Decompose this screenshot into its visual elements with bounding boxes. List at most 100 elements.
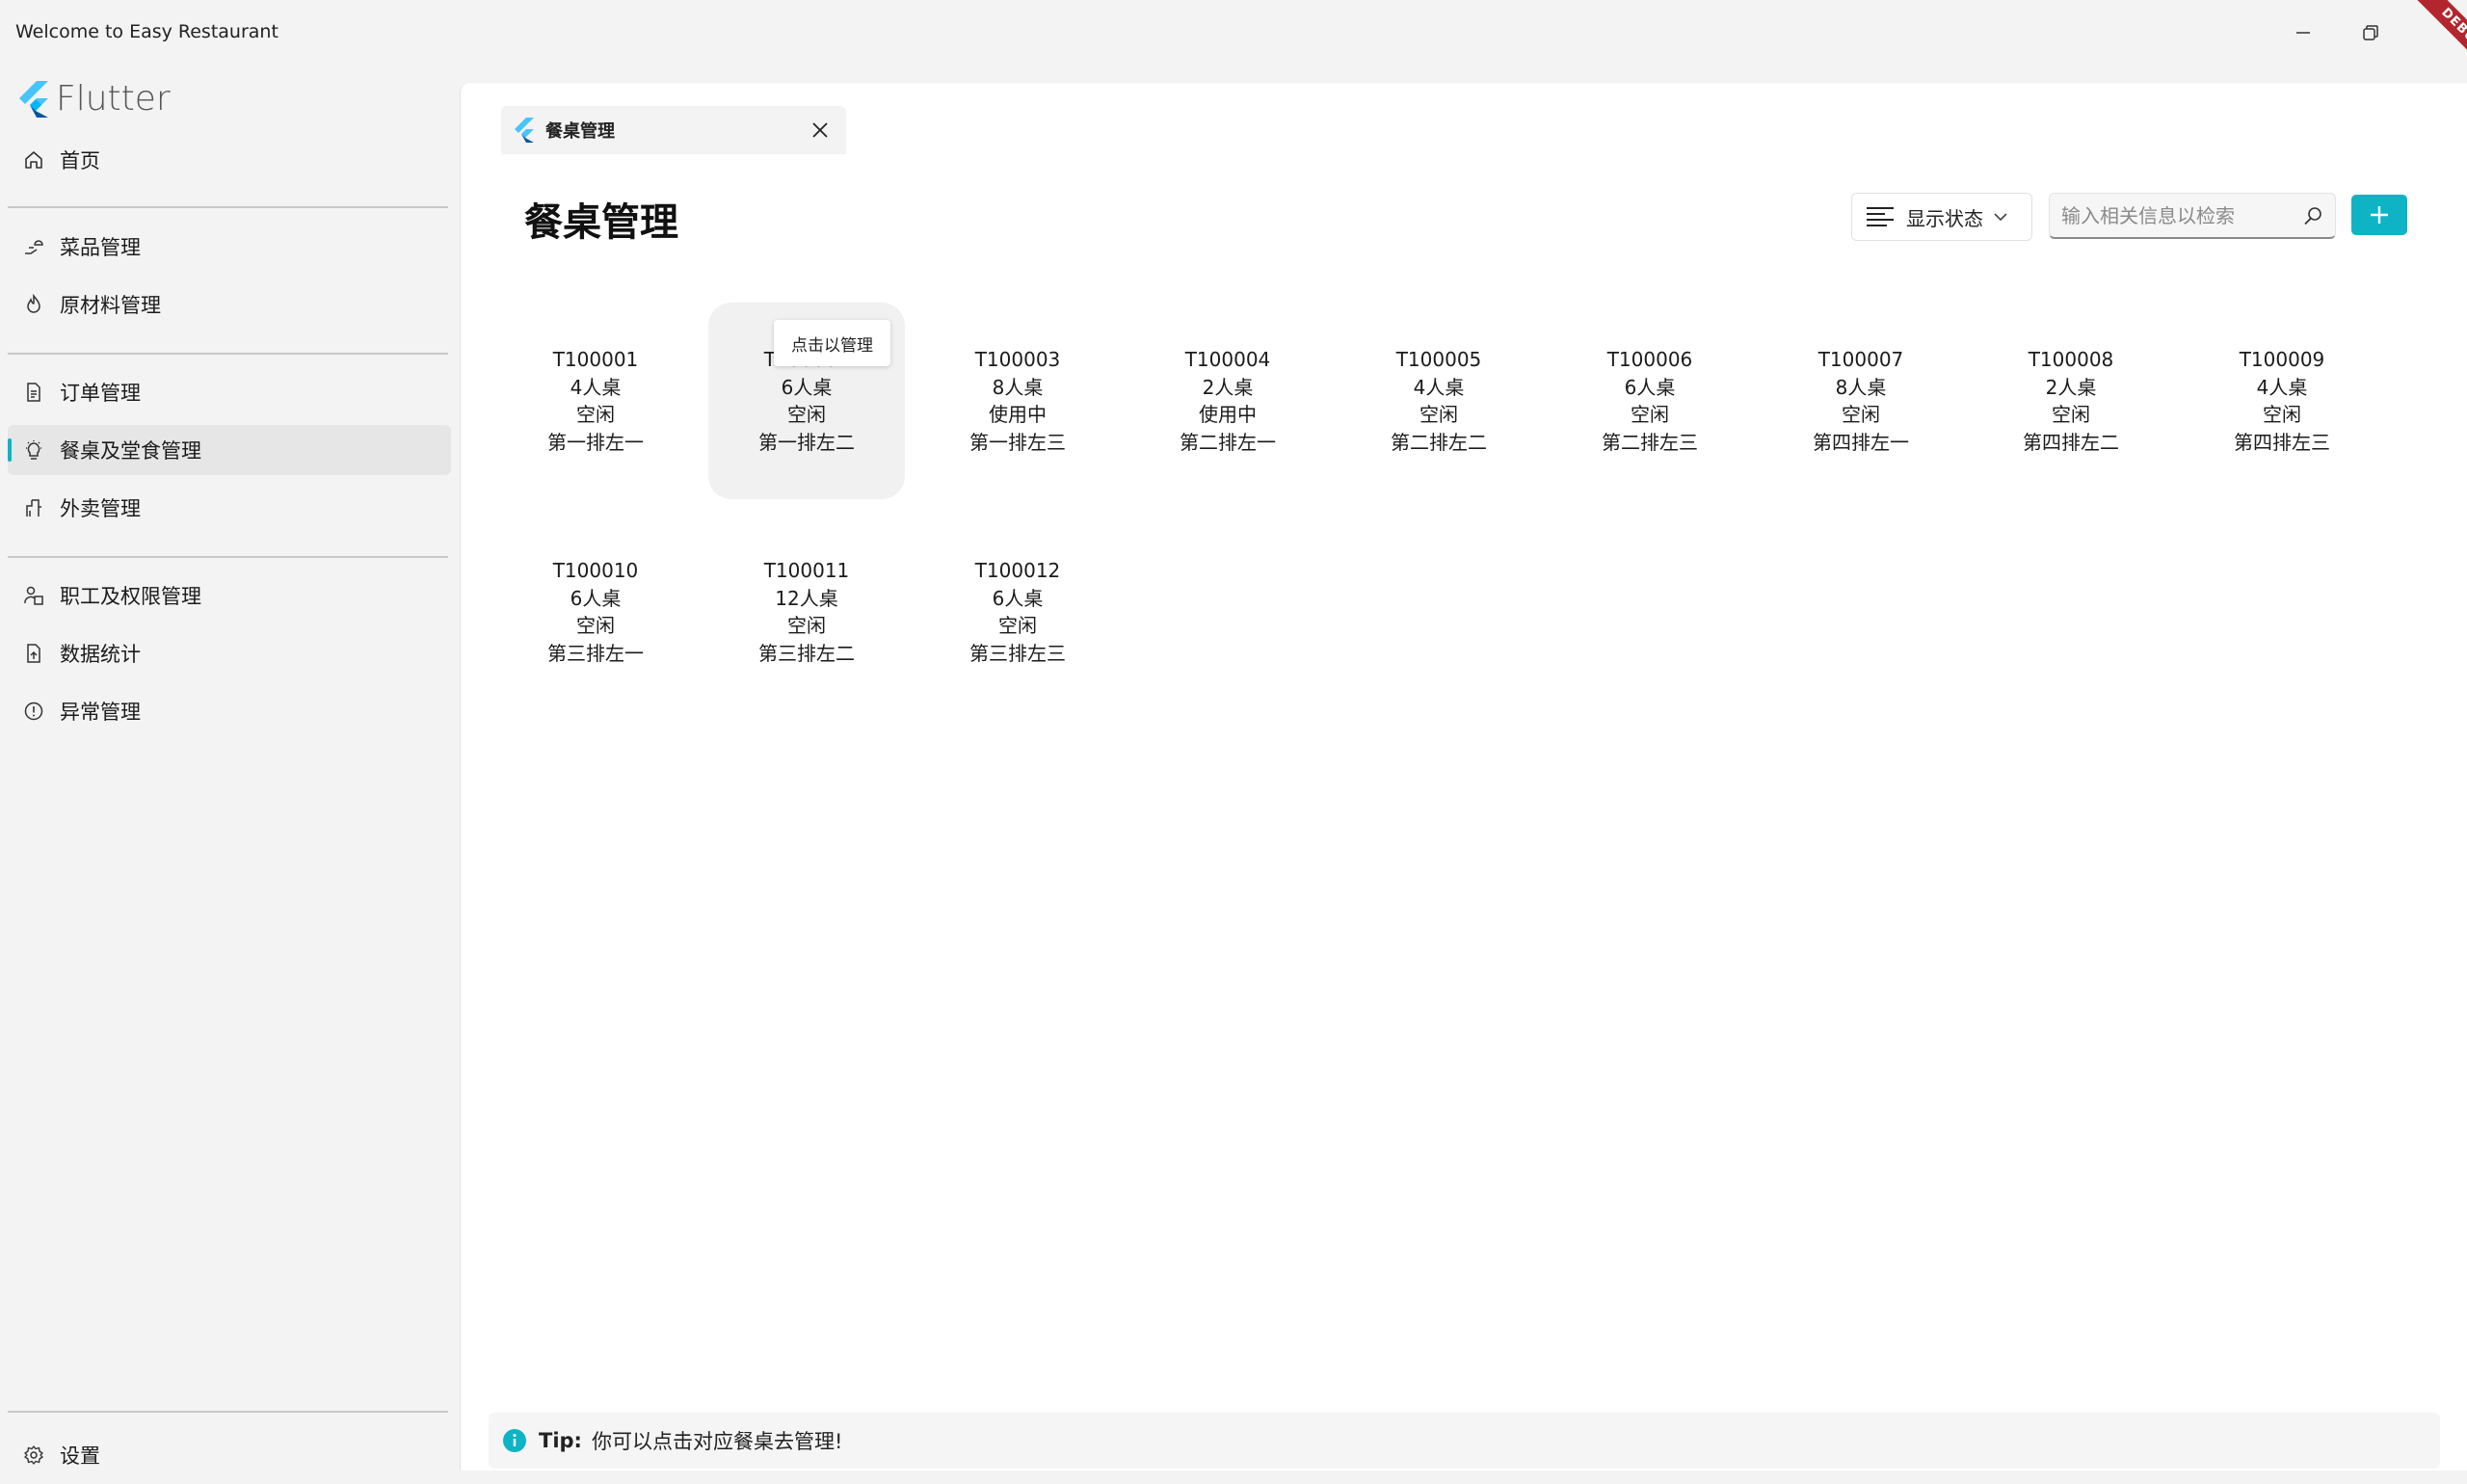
hand-plate-icon xyxy=(21,234,46,259)
table-size: 8人桌 xyxy=(992,375,1044,399)
sidebar: Flutter 首页 菜品管理 原材料管理 订单管理 餐桌及堂食管理 外卖管理 … xyxy=(0,67,460,1484)
divider xyxy=(8,206,448,208)
table-id: T100008 xyxy=(2028,348,2114,371)
table-status: 空闲 xyxy=(1842,403,1880,426)
sidebar-item-label: 菜品管理 xyxy=(60,236,141,259)
table-card[interactable]: T100003 8人桌 使用中 第一排左三 xyxy=(919,303,1116,499)
table-id: T100009 xyxy=(2239,348,2325,371)
title-bar: Welcome to Easy Restaurant DEBUG xyxy=(0,0,2467,82)
table-status: 空闲 xyxy=(2052,403,2090,426)
table-location: 第二排左二 xyxy=(1391,430,1487,454)
table-card[interactable]: T100005 4人桌 空闲 第二排左二 xyxy=(1340,303,1537,499)
sidebar-item-statistics[interactable]: 数据统计 xyxy=(8,628,451,678)
page-title: 餐桌管理 xyxy=(524,200,678,245)
tip-text: 你可以点击对应餐桌去管理! xyxy=(591,1430,843,1453)
table-card[interactable]: T100009 4人桌 空闲 第四排左三 xyxy=(2184,303,2380,499)
close-icon xyxy=(812,122,828,138)
table-location: 第一排左一 xyxy=(547,430,644,454)
status-dropdown[interactable]: 显示状态 xyxy=(1851,193,2032,241)
table-card[interactable]: T100010 6人桌 空闲 第三排左一 xyxy=(497,514,694,710)
table-id: T100003 xyxy=(974,348,1061,371)
tab-table-management[interactable]: 餐桌管理 xyxy=(501,106,846,154)
main-panel: 餐桌管理 餐桌管理 显示状态 T100001 4人桌 空闲 第一排左一 T100… xyxy=(460,83,2467,1471)
table-location: 第四排左二 xyxy=(2023,430,2119,454)
table-size: 6人桌 xyxy=(781,375,833,399)
minimize-icon xyxy=(2296,32,2310,34)
table-status: 空闲 xyxy=(576,614,615,637)
sidebar-item-label: 餐桌及堂食管理 xyxy=(60,439,201,463)
sidebar-item-ingredients[interactable]: 原材料管理 xyxy=(8,279,451,330)
table-size: 6人桌 xyxy=(570,586,622,610)
table-id: T100010 xyxy=(552,559,639,582)
sidebar-item-dishes[interactable]: 菜品管理 xyxy=(8,222,451,272)
window-title: Welcome to Easy Restaurant xyxy=(15,21,279,42)
table-size: 2人桌 xyxy=(2045,375,2097,399)
sidebar-item-home[interactable]: 首页 xyxy=(8,135,451,185)
tip-bar: Tip: 你可以点击对应餐桌去管理! xyxy=(489,1413,2440,1469)
tab-label: 餐桌管理 xyxy=(545,121,615,142)
list-lines-icon xyxy=(1867,207,1894,226)
table-status: 空闲 xyxy=(1419,403,1458,426)
table-card[interactable]: T100001 4人桌 空闲 第一排左一 xyxy=(497,303,694,499)
sidebar-item-label: 原材料管理 xyxy=(60,294,161,317)
flutter-tab-icon xyxy=(515,118,534,143)
table-location: 第三排左二 xyxy=(758,641,855,665)
gear-icon xyxy=(21,1443,46,1468)
sidebar-item-exceptions[interactable]: 异常管理 xyxy=(8,686,451,736)
table-id: T100007 xyxy=(1817,348,1904,371)
flutter-logo: Flutter xyxy=(17,79,171,119)
search-input[interactable] xyxy=(2061,203,2302,227)
search-field[interactable] xyxy=(2049,193,2336,239)
search-icon xyxy=(2304,206,2321,225)
table-location: 第三排左一 xyxy=(547,641,644,665)
document-upload-icon xyxy=(21,641,46,666)
table-status: 空闲 xyxy=(576,403,615,426)
table-size: 4人桌 xyxy=(1413,375,1465,399)
sidebar-item-tables[interactable]: 餐桌及堂食管理 xyxy=(8,425,451,475)
table-location: 第四排左三 xyxy=(2234,430,2330,454)
close-tab-button[interactable] xyxy=(808,118,833,143)
table-id: T100001 xyxy=(552,348,639,371)
table-card[interactable]: T100011 12人桌 空闲 第三排左二 xyxy=(708,514,905,710)
flame-icon xyxy=(21,292,46,317)
divider xyxy=(8,556,448,558)
sidebar-item-label: 异常管理 xyxy=(60,701,141,724)
debug-banner: DEBUG xyxy=(2410,0,2467,82)
lightbulb-icon xyxy=(21,437,46,463)
table-status: 空闲 xyxy=(2263,403,2301,426)
sidebar-item-delivery[interactable]: 外卖管理 xyxy=(8,483,451,533)
delivery-icon xyxy=(21,495,46,520)
plus-icon xyxy=(2371,206,2388,224)
table-status: 使用中 xyxy=(989,403,1047,426)
people-icon xyxy=(21,583,46,608)
table-location: 第四排左一 xyxy=(1813,430,1909,454)
home-icon xyxy=(21,147,46,172)
alert-circle-icon xyxy=(21,699,46,724)
logo-text: Flutter xyxy=(56,79,171,119)
table-card[interactable]: T100004 2人桌 使用中 第二排左一 xyxy=(1129,303,1326,499)
sidebar-item-staff[interactable]: 职工及权限管理 xyxy=(8,570,451,621)
order-document-icon xyxy=(21,380,46,405)
settings-label: 设置 xyxy=(60,1444,100,1468)
table-size: 2人桌 xyxy=(1202,375,1254,399)
table-location: 第二排左三 xyxy=(1602,430,1698,454)
sidebar-item-label: 职工及权限管理 xyxy=(60,585,201,608)
restore-button[interactable] xyxy=(2351,13,2390,52)
sidebar-item-label: 订单管理 xyxy=(60,382,141,405)
table-card[interactable]: T100008 2人桌 空闲 第四排左二 xyxy=(1973,303,2169,499)
table-size: 12人桌 xyxy=(775,586,838,610)
table-size: 8人桌 xyxy=(1835,375,1887,399)
sidebar-item-settings[interactable]: 设置 xyxy=(8,1430,451,1480)
add-table-button[interactable] xyxy=(2351,195,2407,235)
sidebar-item-orders[interactable]: 订单管理 xyxy=(8,367,451,417)
chevron-down-icon xyxy=(1994,213,2007,222)
table-status: 使用中 xyxy=(1199,403,1257,426)
table-card[interactable]: T100006 6人桌 空闲 第二排左三 xyxy=(1552,303,1748,499)
table-status: 空闲 xyxy=(1631,403,1669,426)
table-card[interactable]: T100012 6人桌 空闲 第三排左三 xyxy=(919,514,1116,710)
table-location: 第一排左三 xyxy=(969,430,1066,454)
table-card[interactable]: T100007 8人桌 空闲 第四排左一 xyxy=(1763,303,1959,499)
minimize-button[interactable] xyxy=(2284,13,2322,52)
table-id: T100011 xyxy=(763,559,850,582)
info-icon xyxy=(503,1429,526,1452)
